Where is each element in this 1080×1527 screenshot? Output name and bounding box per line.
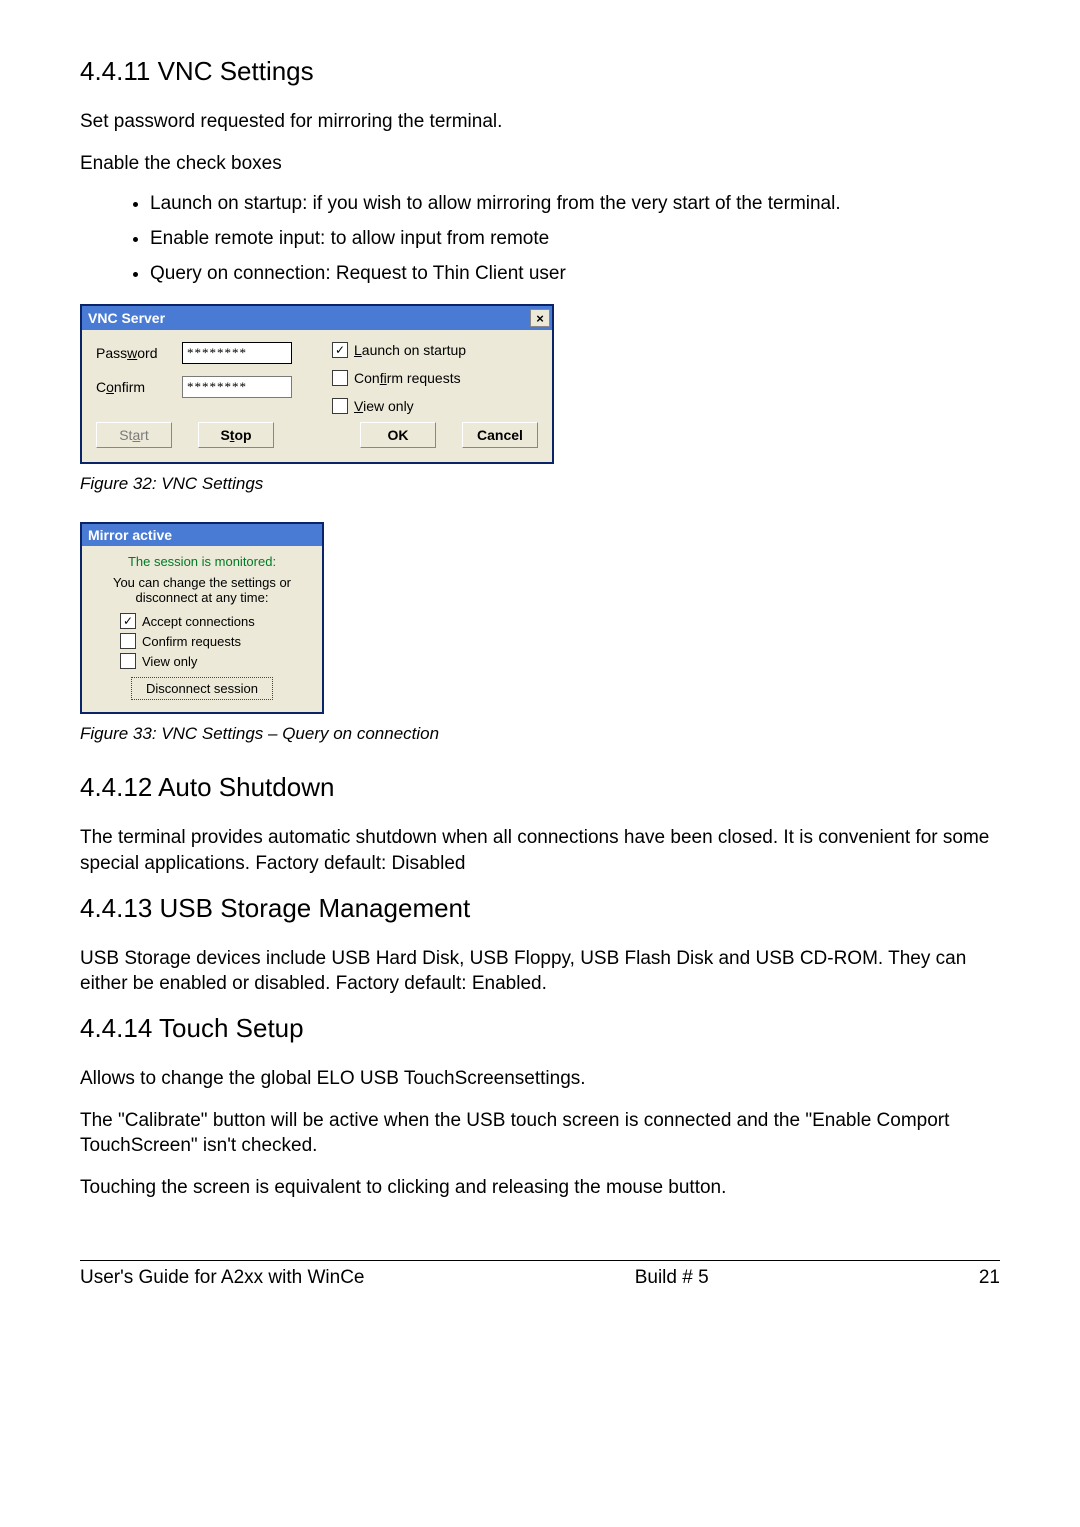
list-item: Launch on startup: if you wish to allow … <box>150 192 1000 217</box>
confirm-requests-checkbox[interactable] <box>332 370 348 386</box>
paragraph: Enable the check boxes <box>80 151 1000 177</box>
cancel-button[interactable]: Cancel <box>462 422 538 448</box>
instruction-text: You can change the settings or disconnec… <box>90 575 314 605</box>
monitored-text: The session is monitored: <box>90 554 314 569</box>
confirm-label: Confirm <box>96 379 168 395</box>
titlebar: VNC Server × <box>82 306 552 330</box>
view-only-checkbox[interactable] <box>120 653 136 669</box>
heading-4-4-13: 4.4.13 USB Storage Management <box>80 893 1000 924</box>
footer-right: 21 <box>979 1267 1000 1289</box>
close-icon[interactable]: × <box>530 309 550 327</box>
stop-button[interactable]: Stop <box>198 422 274 448</box>
titlebar: Mirror active <box>82 524 322 546</box>
figure-caption: Figure 32: VNC Settings <box>80 474 1000 494</box>
figure-caption: Figure 33: VNC Settings – Query on conne… <box>80 724 1000 744</box>
launch-checkbox[interactable]: ✓ <box>332 342 348 358</box>
accept-connections-checkbox[interactable]: ✓ <box>120 613 136 629</box>
launch-checkbox-label: Launch on startup <box>354 342 466 358</box>
confirm-requests-label: Confirm requests <box>142 634 241 649</box>
accept-connections-label: Accept connections <box>142 614 255 629</box>
password-input[interactable] <box>182 342 292 364</box>
mirror-active-dialog: Mirror active The session is monitored: … <box>80 522 324 714</box>
paragraph: Set password requested for mirroring the… <box>80 109 1000 135</box>
paragraph: USB Storage devices include USB Hard Dis… <box>80 946 1000 997</box>
footer-left: User's Guide for A2xx with WinCe <box>80 1267 365 1289</box>
footer-center: Build # 5 <box>635 1267 709 1289</box>
confirm-requests-label: Confirm requests <box>354 370 461 386</box>
view-only-checkbox[interactable] <box>332 398 348 414</box>
paragraph: The terminal provides automatic shutdown… <box>80 825 1000 876</box>
view-only-label: View only <box>142 654 197 669</box>
paragraph: Allows to change the global ELO USB Touc… <box>80 1066 1000 1092</box>
list-item: Enable remote input: to allow input from… <box>150 227 1000 252</box>
confirm-requests-checkbox[interactable] <box>120 633 136 649</box>
view-only-label: View only <box>354 398 414 414</box>
disconnect-session-button[interactable]: Disconnect session <box>131 677 273 700</box>
heading-4-4-11: 4.4.11 VNC Settings <box>80 56 1000 87</box>
ok-button[interactable]: OK <box>360 422 436 448</box>
vnc-server-dialog: VNC Server × Password Confirm ✓ <box>80 304 554 464</box>
dialog-title: VNC Server <box>88 310 165 326</box>
heading-4-4-14: 4.4.14 Touch Setup <box>80 1013 1000 1044</box>
paragraph: The "Calibrate" button will be active wh… <box>80 1108 1000 1159</box>
password-label: Password <box>96 345 168 361</box>
dialog-title: Mirror active <box>88 527 172 543</box>
confirm-input[interactable] <box>182 376 292 398</box>
list-item: Query on connection: Request to Thin Cli… <box>150 262 1000 287</box>
paragraph: Touching the screen is equivalent to cli… <box>80 1175 1000 1201</box>
heading-4-4-12: 4.4.12 Auto Shutdown <box>80 772 1000 803</box>
start-button: Start <box>96 422 172 448</box>
